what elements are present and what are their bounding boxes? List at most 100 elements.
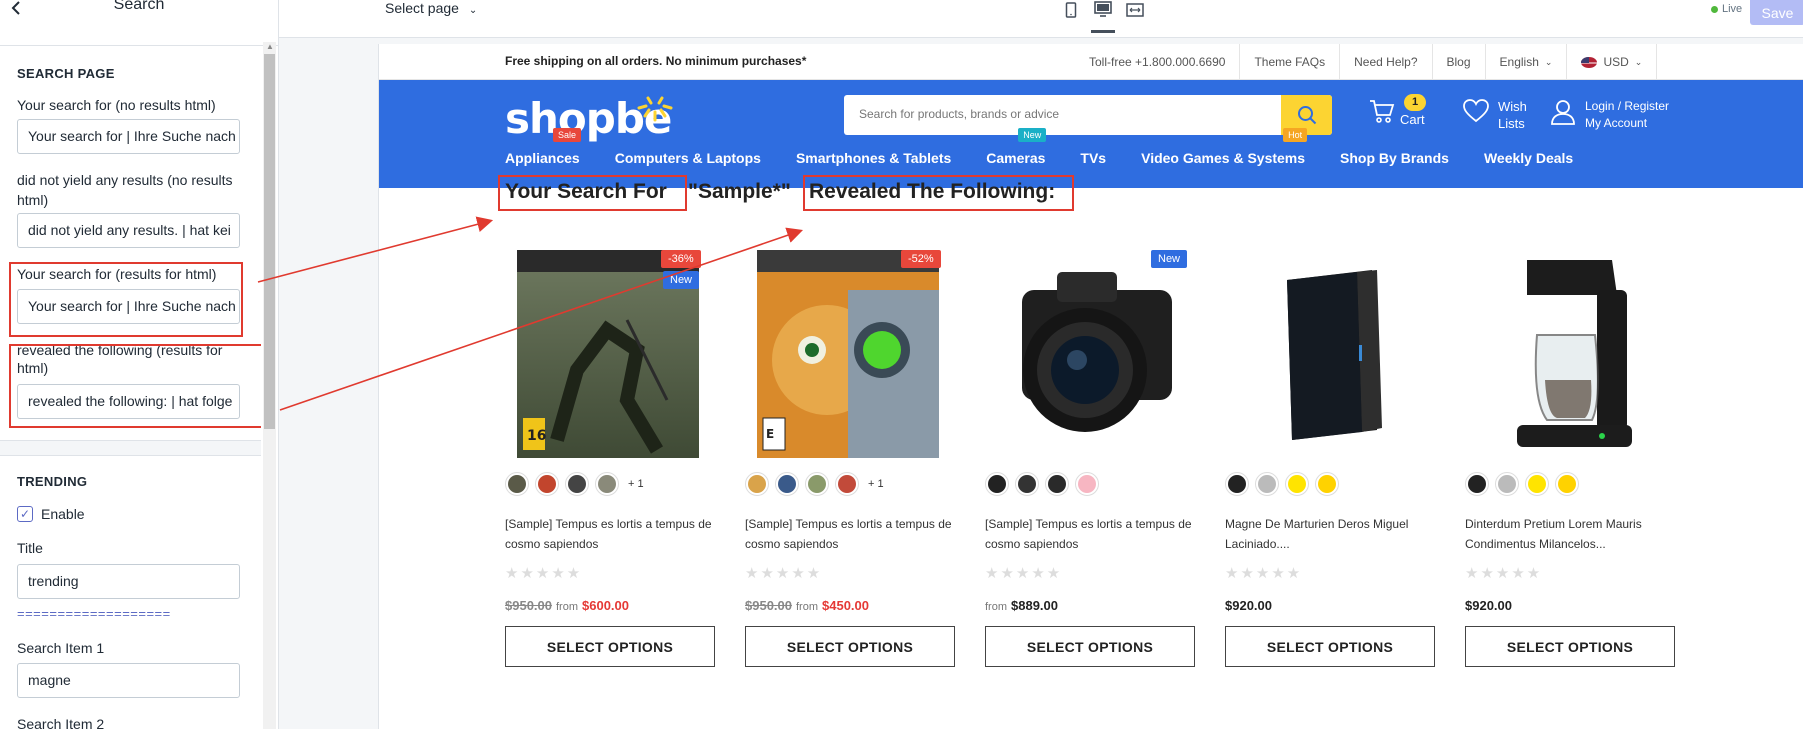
swatch[interactable] xyxy=(775,472,799,496)
scroll-up-icon[interactable]: ▲ xyxy=(266,42,274,51)
cart-link[interactable]: 1 Cart xyxy=(1368,94,1427,128)
toll-free-link[interactable]: Toll-free +1.800.000.6690 xyxy=(1089,44,1239,80)
nav-item-video-games[interactable]: Video Games & Systems Hot xyxy=(1141,128,1308,166)
product-name[interactable]: [Sample] Tempus es lortis a tempus de co… xyxy=(505,514,720,554)
product-name[interactable]: Dinterdum Pretium Lorem Mauris Condiment… xyxy=(1465,514,1680,554)
field-label: did not yield any results (no results ht… xyxy=(17,172,233,208)
store-search-bar[interactable]: Search for products, brands or advice xyxy=(844,95,1332,135)
color-swatches xyxy=(1225,472,1339,496)
product-price: $920.00 xyxy=(1225,598,1272,613)
title-label: Title xyxy=(17,540,43,556)
no-results-search-for-input[interactable]: Your search for | Ihre Suche nach xyxy=(17,119,240,154)
search-item-1-input[interactable]: magne xyxy=(17,663,240,698)
select-options-button[interactable]: SELECT OPTIONS xyxy=(1465,626,1675,667)
settings-sidebar: Search SEARCH PAGE Your search for (no r… xyxy=(0,0,279,729)
swatch[interactable] xyxy=(1015,472,1039,496)
rating-stars: ★★★★★ xyxy=(505,565,583,582)
blog-link[interactable]: Blog xyxy=(1431,44,1485,80)
product-price: $950.00 from $600.00 xyxy=(505,598,629,613)
swatch[interactable] xyxy=(565,472,589,496)
product-name[interactable]: Magne De Marturien Deros Miguel Laciniad… xyxy=(1225,514,1440,554)
save-button[interactable]: Save xyxy=(1750,0,1803,25)
product-image-game-cover[interactable]: E xyxy=(757,250,939,458)
swatch[interactable] xyxy=(1255,472,1279,496)
nav-item-smartphones[interactable]: Smartphones & Tablets xyxy=(796,150,951,166)
product-image-camera[interactable] xyxy=(997,250,1179,458)
select-page-dropdown[interactable]: Select page ⌄ xyxy=(385,0,477,16)
product-image-hard-drive[interactable] xyxy=(1237,250,1419,458)
swatch[interactable] xyxy=(535,472,559,496)
swatch[interactable] xyxy=(1045,472,1069,496)
wish-label-1: Wish xyxy=(1498,99,1527,114)
nav-label: Appliances xyxy=(505,150,580,166)
nav-item-tvs[interactable]: TVs xyxy=(1080,150,1106,166)
swatch[interactable] xyxy=(1315,472,1339,496)
sidebar-scrollbar[interactable]: ▲ xyxy=(263,42,276,729)
swatch[interactable] xyxy=(1555,472,1579,496)
nav-label: Shop By Brands xyxy=(1340,150,1449,166)
theme-faqs-link[interactable]: Theme FAQs xyxy=(1239,44,1339,80)
need-help-link[interactable]: Need Help? xyxy=(1339,44,1431,80)
store-header: shopbe Search for products, brands or ad… xyxy=(379,80,1803,188)
swatch[interactable] xyxy=(1495,472,1519,496)
nav-item-computers[interactable]: Computers & Laptops xyxy=(615,150,761,166)
sidebar-header: Search xyxy=(0,0,278,46)
select-options-button[interactable]: SELECT OPTIONS xyxy=(1225,626,1435,667)
fullwidth-view-icon[interactable] xyxy=(1123,0,1147,20)
search-item-2-label: Search Item 2 xyxy=(17,716,105,729)
heart-icon xyxy=(1463,99,1489,123)
nav-label: TVs xyxy=(1080,150,1107,166)
product-name[interactable]: [Sample] Tempus es lortis a tempus de co… xyxy=(745,514,960,554)
checkbox-checked-icon[interactable]: ✓ xyxy=(17,506,33,522)
account-link[interactable]: Login / Register My Account xyxy=(1549,98,1669,132)
nav-item-brands[interactable]: Shop By Brands xyxy=(1340,150,1449,166)
cart-icon xyxy=(1370,100,1395,123)
svg-text:16: 16 xyxy=(527,428,546,444)
nav-item-cameras[interactable]: Cameras New xyxy=(986,128,1047,166)
product-name[interactable]: [Sample] Tempus es lortis a tempus de co… xyxy=(985,514,1200,554)
scrollbar-thumb[interactable] xyxy=(264,54,275,429)
highlight-box xyxy=(803,175,1074,211)
back-chevron-icon[interactable] xyxy=(10,0,22,20)
mobile-view-icon[interactable] xyxy=(1059,0,1083,20)
select-options-button[interactable]: SELECT OPTIONS xyxy=(505,626,715,667)
language-selector[interactable]: English ⌄ xyxy=(1484,44,1567,80)
wish-label-2: Lists xyxy=(1498,116,1525,131)
nav-item-weekly-deals[interactable]: Weekly Deals xyxy=(1484,150,1573,166)
currency-selector[interactable]: USD ⌄ xyxy=(1566,44,1658,80)
swatch[interactable] xyxy=(1465,472,1489,496)
sidebar-scroll-area: SEARCH PAGE Your search for (no results … xyxy=(0,46,261,729)
swatch[interactable] xyxy=(745,472,769,496)
nav-item-appliances[interactable]: Appliances Sale xyxy=(505,128,582,166)
swatch[interactable] xyxy=(1225,472,1249,496)
product-image-coffee-maker[interactable] xyxy=(1477,250,1659,458)
no-results-yield-input[interactable]: did not yield any results. | hat kei xyxy=(17,213,240,248)
swatch[interactable] xyxy=(505,472,529,496)
swatch[interactable] xyxy=(595,472,619,496)
swatch[interactable] xyxy=(1285,472,1309,496)
store-search-placeholder: Search for products, brands or advice xyxy=(859,107,1060,121)
select-options-button[interactable]: SELECT OPTIONS xyxy=(985,626,1195,667)
nav-label: Weekly Deals xyxy=(1483,150,1574,166)
more-swatches[interactable]: + 1 xyxy=(628,478,644,490)
trending-title-input[interactable]: trending xyxy=(17,564,240,599)
more-swatches[interactable]: + 1 xyxy=(868,478,884,490)
product-price: $920.00 xyxy=(1465,598,1512,613)
swatch[interactable] xyxy=(985,472,1009,496)
swatch[interactable] xyxy=(805,472,829,496)
cart-label: Cart xyxy=(1400,112,1425,127)
us-flag-icon xyxy=(1581,56,1598,68)
swatch[interactable] xyxy=(1525,472,1549,496)
desktop-view-icon[interactable] xyxy=(1091,0,1115,33)
swatch[interactable] xyxy=(835,472,859,496)
login-label: Login / Register xyxy=(1585,99,1670,113)
swatch[interactable] xyxy=(1075,472,1099,496)
field-label: Your search for (no results html) xyxy=(17,97,216,113)
from-label: from xyxy=(556,601,578,613)
enable-checkbox-row[interactable]: ✓ Enable xyxy=(17,504,85,524)
editor-topbar: Select page ⌄ Live Save xyxy=(279,0,1803,38)
wishlist-link[interactable]: Wish Lists xyxy=(1462,98,1527,132)
chevron-down-icon: ⌄ xyxy=(1544,56,1553,67)
select-options-button[interactable]: SELECT OPTIONS xyxy=(745,626,955,667)
my-account-label: My Account xyxy=(1585,116,1648,130)
